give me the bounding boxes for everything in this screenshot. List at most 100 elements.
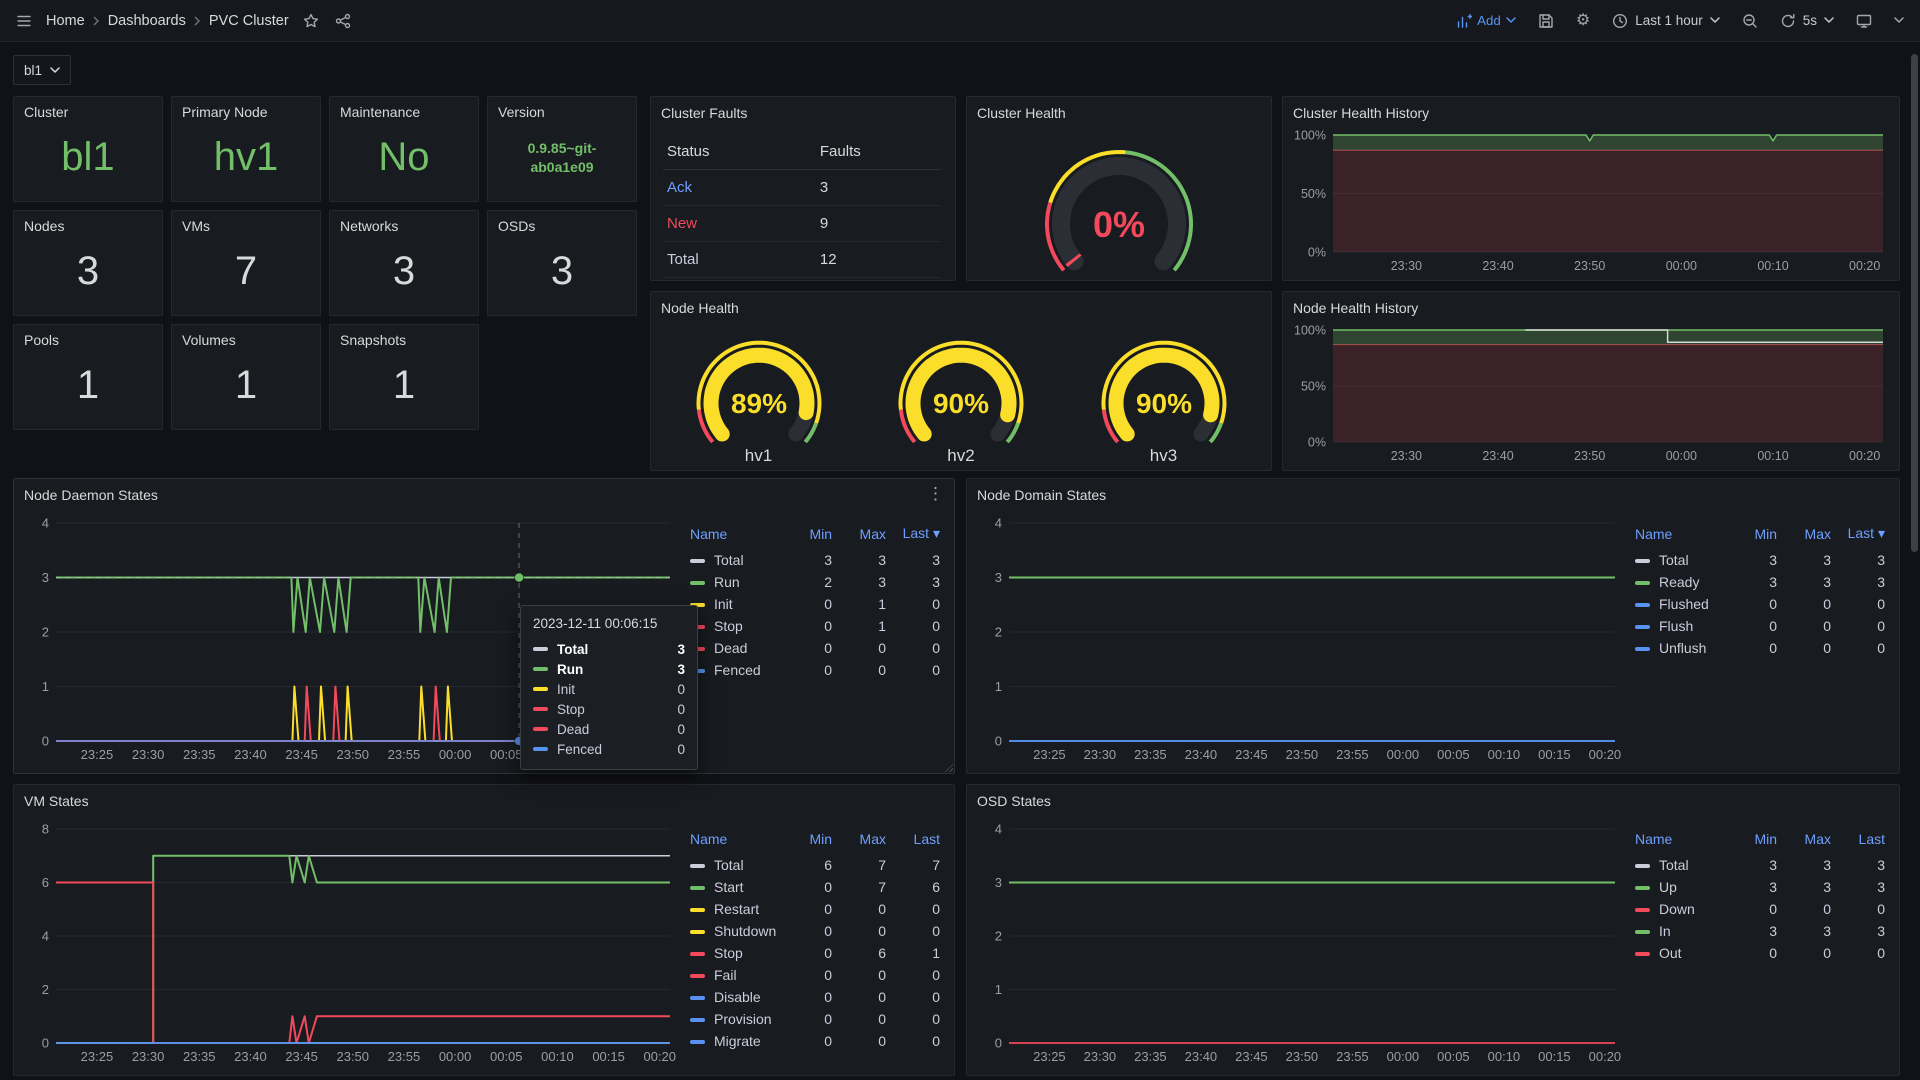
legend-series-restart[interactable]: Restart: [690, 898, 780, 920]
svg-text:50%: 50%: [1301, 380, 1326, 394]
node-domain-states-chart[interactable]: 0123423:2523:3023:3523:4023:4523:5023:55…: [975, 513, 1627, 767]
legend-series-flushed[interactable]: Flushed: [1635, 593, 1725, 615]
legend-col-last[interactable]: Last ▾: [888, 523, 942, 549]
legend-col-name[interactable]: Name: [690, 523, 780, 549]
legend-series-total[interactable]: Total: [1635, 854, 1725, 876]
save-dashboard-button[interactable]: [1536, 11, 1556, 31]
legend-col-max[interactable]: Max: [834, 523, 888, 549]
refresh-picker[interactable]: 5s: [1778, 11, 1836, 31]
legend-series-ready[interactable]: Ready: [1635, 571, 1725, 593]
tv-kiosk-button[interactable]: [1854, 11, 1874, 31]
page-scrollbar[interactable]: [1909, 42, 1920, 1080]
legend-col-last[interactable]: Last: [888, 829, 942, 854]
panel-menu-icon[interactable]: ⋮: [927, 484, 944, 504]
add-panel-button[interactable]: Add: [1454, 11, 1518, 31]
legend-col-name[interactable]: Name: [1635, 829, 1725, 854]
legend-col-min[interactable]: Min: [1725, 829, 1779, 854]
legend-series-stop[interactable]: Stop: [690, 942, 780, 964]
legend-col-min[interactable]: Min: [780, 523, 834, 549]
vm-states-chart[interactable]: 0246823:2523:3023:3523:4023:4523:5023:55…: [22, 819, 682, 1069]
breadcrumb-dashboards[interactable]: Dashboards: [108, 13, 186, 29]
series-color-swatch: [533, 687, 548, 691]
panel-resize-handle[interactable]: [943, 762, 953, 772]
svg-text:3: 3: [995, 570, 1002, 585]
legend-col-max[interactable]: Max: [1779, 523, 1833, 549]
svg-text:100%: 100%: [1294, 324, 1326, 338]
svg-text:0%: 0%: [1093, 204, 1145, 245]
legend-col-last[interactable]: Last ▾: [1833, 523, 1887, 549]
legend-series-provision[interactable]: Provision: [690, 1008, 780, 1030]
legend-series-stop[interactable]: Stop: [690, 615, 780, 637]
legend-series-start[interactable]: Start: [690, 876, 780, 898]
time-range-picker[interactable]: Last 1 hour: [1610, 11, 1722, 31]
osd-states-chart[interactable]: 0123423:2523:3023:3523:4023:4523:5023:55…: [975, 819, 1627, 1069]
legend-value: 1: [834, 593, 888, 615]
panel-title: Cluster Health: [977, 105, 1066, 121]
node-health-history-chart[interactable]: 0%50%100%23:3023:4023:5000:0000:1000:20: [1291, 322, 1891, 464]
legend-series-out[interactable]: Out: [1635, 942, 1725, 964]
legend-col-max[interactable]: Max: [1779, 829, 1833, 854]
panel-title: Cluster: [24, 104, 68, 120]
legend-series-fenced[interactable]: Fenced: [690, 659, 780, 681]
series-color-swatch: [1635, 930, 1650, 934]
svg-text:00:20: 00:20: [1589, 1049, 1622, 1064]
panel-title: Primary Node: [182, 104, 268, 120]
stat-value: bl1: [61, 137, 114, 177]
legend-series-total[interactable]: Total: [1635, 549, 1725, 571]
legend-series-shutdown[interactable]: Shutdown: [690, 920, 780, 942]
share-dashboard-button[interactable]: [333, 11, 353, 31]
legend-col-min[interactable]: Min: [780, 829, 834, 854]
legend-series-total[interactable]: Total: [690, 854, 780, 876]
legend-value: 0: [1725, 593, 1779, 615]
node-health-gauges: 89%hv190%hv290%hv3: [651, 320, 1271, 466]
legend-series-down[interactable]: Down: [1635, 898, 1725, 920]
legend-value: 0: [834, 986, 888, 1008]
series-color-swatch: [690, 908, 705, 912]
legend-col-name[interactable]: Name: [690, 829, 780, 854]
favorite-star-button[interactable]: [301, 11, 321, 31]
fault-status-new[interactable]: New: [663, 206, 816, 242]
legend-series-unflush[interactable]: Unflush: [1635, 637, 1725, 659]
legend-col-max[interactable]: Max: [834, 829, 888, 854]
legend-col-min[interactable]: Min: [1725, 523, 1779, 549]
legend-series-dead[interactable]: Dead: [690, 637, 780, 659]
legend-col-name[interactable]: Name: [1635, 523, 1725, 549]
cluster-health-history-chart[interactable]: 0%50%100%23:3023:4023:5000:0000:1000:20: [1291, 127, 1891, 274]
panel-title: Networks: [340, 218, 398, 234]
series-color-swatch: [1635, 952, 1650, 956]
zoom-out-time-button[interactable]: [1740, 11, 1760, 31]
legend-series-run[interactable]: Run: [690, 571, 780, 593]
legend-value: 0: [1725, 637, 1779, 659]
fault-status-ack[interactable]: Ack: [663, 170, 816, 206]
legend-col-last[interactable]: Last: [1833, 829, 1887, 854]
legend-value: 3: [1833, 920, 1887, 942]
menu-toggle-button[interactable]: [14, 11, 34, 31]
variable-dropdown[interactable]: bl1: [13, 55, 71, 85]
svg-text:23:50: 23:50: [336, 747, 369, 762]
legend-value: 0: [780, 920, 834, 942]
dashboard-settings-button[interactable]: ⚙: [1574, 11, 1592, 31]
node-gauge-hv2: 90%hv2: [866, 320, 1056, 466]
legend-value: 0: [888, 898, 942, 920]
svg-text:2: 2: [995, 929, 1002, 944]
scrollbar-thumb[interactable]: [1911, 54, 1918, 552]
legend-series-migrate[interactable]: Migrate: [690, 1030, 780, 1052]
legend-series-total[interactable]: Total: [690, 549, 780, 571]
breadcrumb-home[interactable]: Home: [46, 13, 85, 29]
legend-series-init[interactable]: Init: [690, 593, 780, 615]
svg-text:23:35: 23:35: [183, 747, 216, 762]
faults-col-faults: Faults: [816, 137, 941, 170]
svg-text:23:55: 23:55: [388, 747, 421, 762]
tooltip-timestamp: 2023-12-11 00:06:15: [533, 616, 685, 631]
svg-text:23:30: 23:30: [1084, 747, 1117, 762]
legend-series-fail[interactable]: Fail: [690, 964, 780, 986]
legend-value: 0: [780, 964, 834, 986]
panel-vm-states: VM States 0246823:2523:3023:3523:4023:45…: [13, 784, 955, 1076]
legend-series-in[interactable]: In: [1635, 920, 1725, 942]
legend-series-disable[interactable]: Disable: [690, 986, 780, 1008]
legend-series-flush[interactable]: Flush: [1635, 615, 1725, 637]
caret-down-icon: [1710, 17, 1720, 24]
navbar-collapse-button[interactable]: [1892, 15, 1906, 26]
svg-text:90%: 90%: [933, 388, 989, 419]
legend-series-up[interactable]: Up: [1635, 876, 1725, 898]
